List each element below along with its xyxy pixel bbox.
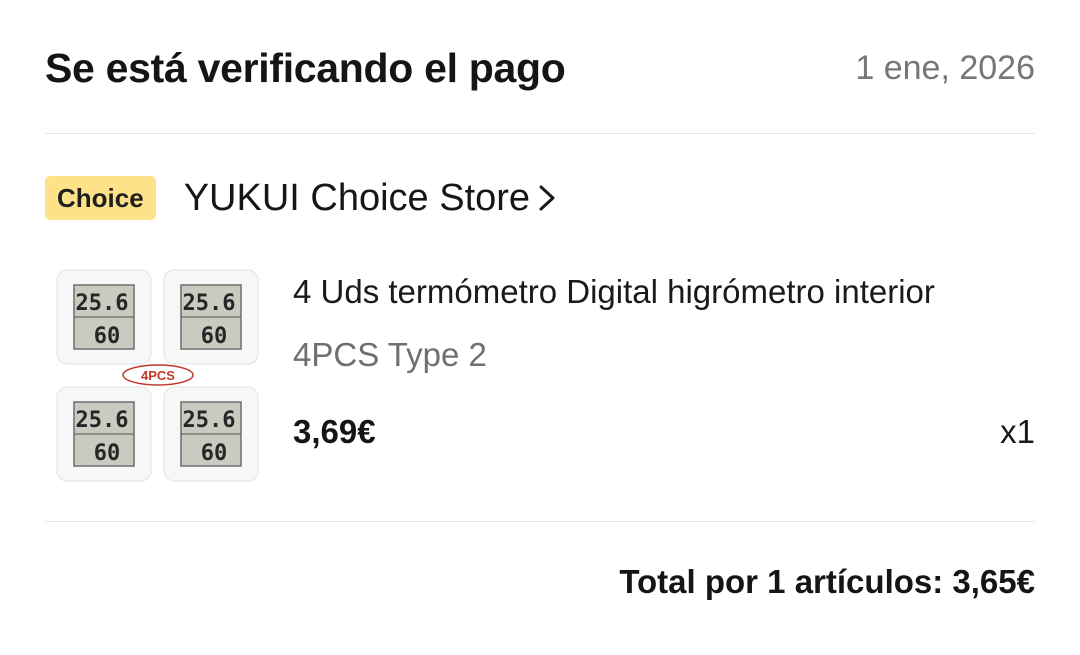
product-price: 3,69€ bbox=[293, 413, 376, 450]
humidity-digits: 60 bbox=[94, 441, 121, 466]
humidity-digits: 60 bbox=[201, 441, 228, 466]
temp-digits: 25.6 bbox=[76, 408, 129, 433]
product-info: 4 Uds termómetro Digital higrómetro inte… bbox=[293, 268, 1035, 483]
order-item[interactable]: 25.6 60 25.6 60 25.6 60 25.6 60 4PCS 4 U… bbox=[55, 268, 1035, 483]
temp-digits: 25.6 bbox=[183, 291, 236, 316]
header-divider bbox=[45, 133, 1035, 134]
order-header: Se está verificando el pago 1 ene, 2026 bbox=[45, 36, 1035, 100]
product-variant: 4PCS Type 2 bbox=[293, 336, 487, 373]
humidity-digits: 60 bbox=[201, 324, 228, 349]
order-total: Total por 1 artículos: 3,65€ bbox=[619, 563, 1035, 600]
store-name-link[interactable]: YUKUI Choice Store bbox=[184, 177, 530, 220]
product-thumbnail[interactable]: 25.6 60 25.6 60 25.6 60 25.6 60 4PCS bbox=[55, 268, 260, 483]
pack-label-text: 4PCS bbox=[141, 368, 175, 383]
thermometer-unit: 25.6 60 bbox=[163, 386, 259, 482]
temp-digits: 25.6 bbox=[76, 291, 129, 316]
product-quantity: x1 bbox=[1000, 413, 1035, 450]
thermometer-unit: 25.6 60 bbox=[56, 269, 152, 365]
order-date: 1 ene, 2026 bbox=[855, 48, 1035, 87]
store-row[interactable]: Choice YUKUI Choice Store bbox=[45, 175, 558, 221]
humidity-digits: 60 bbox=[94, 324, 121, 349]
summary-divider bbox=[45, 521, 1035, 522]
thermometer-unit: 25.6 60 bbox=[56, 386, 152, 482]
temp-digits: 25.6 bbox=[183, 408, 236, 433]
payment-status-title: Se está verificando el pago bbox=[45, 44, 566, 91]
product-title[interactable]: 4 Uds termómetro Digital higrómetro inte… bbox=[293, 273, 1035, 311]
pack-label: 4PCS bbox=[122, 364, 194, 386]
choice-badge: Choice bbox=[45, 176, 156, 220]
chevron-right-icon[interactable] bbox=[536, 182, 558, 214]
thermometer-unit: 25.6 60 bbox=[163, 269, 259, 365]
